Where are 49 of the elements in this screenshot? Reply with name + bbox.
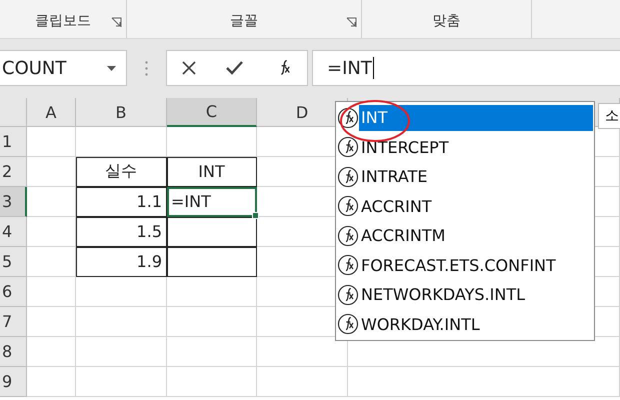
row-header[interactable]: 8 [0, 337, 27, 367]
ribbon-group-label: 맞춤 [432, 12, 460, 30]
formula-input[interactable]: =INT [312, 50, 620, 86]
table-cell: 1.9 [76, 247, 167, 277]
row-header[interactable]: 1 [0, 127, 27, 157]
dialog-launcher-icon[interactable] [346, 17, 357, 28]
dropdown-caret-icon[interactable] [107, 66, 116, 70]
function-icon [337, 284, 359, 306]
cancel-icon[interactable] [182, 61, 196, 75]
row-header[interactable]: 6 [0, 277, 27, 307]
row-header[interactable]: 2 [0, 157, 27, 187]
table-header-cell: 실수 [76, 157, 167, 187]
ribbon-group-label: 글꼴 [230, 12, 258, 30]
function-suggestion[interactable]: INTERCEPT [359, 134, 451, 160]
table-header-cell: INT [167, 157, 257, 187]
function-tooltip: 소 [598, 103, 620, 129]
function-icon [337, 166, 359, 188]
table-cell: 1.1 [76, 187, 167, 217]
function-suggestion[interactable]: INTRATE [359, 164, 430, 190]
function-suggestion[interactable]: FORECAST.ETS.CONFINT [359, 252, 558, 278]
column-header[interactable]: C [167, 98, 257, 127]
function-suggestion[interactable]: NETWORKDAYS.INTL [359, 282, 528, 308]
formula-text: =INT [327, 58, 372, 78]
function-icon [337, 224, 359, 247]
function-suggestion[interactable]: INT [359, 104, 593, 131]
ribbon-group-label: 클립보드 [35, 12, 91, 30]
name-box-value: COUNT [2, 58, 66, 78]
column-header[interactable]: B [76, 98, 167, 127]
function-suggestion[interactable]: ACCRINT [359, 193, 434, 220]
row-header[interactable]: 9 [0, 367, 27, 397]
check-icon[interactable] [226, 61, 244, 75]
function-icon [337, 136, 359, 158]
function-icon [337, 106, 359, 129]
dialog-launcher-icon[interactable] [111, 17, 122, 28]
column-header[interactable]: A [27, 98, 76, 127]
function-icon [337, 254, 359, 276]
row-header[interactable]: 7 [0, 307, 27, 337]
active-cell[interactable]: =INT [167, 187, 257, 217]
function-suggestion[interactable]: WORKDAY.INTL [359, 311, 482, 338]
table-cell: 1.5 [76, 217, 167, 247]
grip-icon[interactable] [145, 60, 148, 76]
name-box[interactable]: COUNT [0, 50, 127, 86]
function-suggestion[interactable]: ACCRINTM [359, 222, 448, 249]
row-header[interactable]: 4 [0, 217, 27, 247]
row-header[interactable]: 5 [0, 247, 27, 277]
annotation-circle [340, 100, 410, 142]
function-icon [337, 313, 359, 336]
function-icon [337, 195, 359, 218]
row-header[interactable]: 3 [0, 187, 27, 217]
